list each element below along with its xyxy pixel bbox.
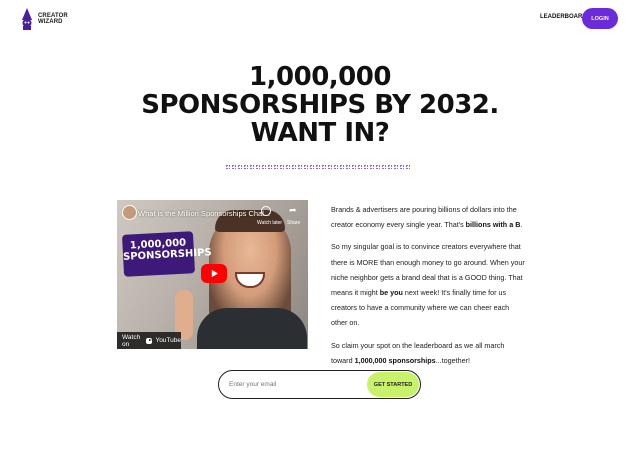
wizard-logo-icon xyxy=(22,8,32,30)
login-button[interactable]: LOGIN xyxy=(582,8,618,29)
divider-dot xyxy=(358,165,362,169)
divider-dot xyxy=(394,165,398,169)
divider-dot xyxy=(382,165,386,169)
divider-dot xyxy=(328,165,332,169)
divider-dot xyxy=(274,165,278,169)
hero-line-1: 1,000,000 xyxy=(249,62,391,92)
video-sponsorships-badge: 1,000,000 SPONSORSHIPS xyxy=(121,231,212,277)
divider-dot xyxy=(346,165,350,169)
divider-dot xyxy=(400,165,404,169)
divider-dot xyxy=(364,165,368,169)
play-icon xyxy=(211,269,218,278)
get-started-button[interactable]: GET STARTED xyxy=(367,372,419,397)
copy-emphasis: 1,000,000 sponsorships xyxy=(354,355,436,365)
divider-dot xyxy=(334,165,338,169)
youtube-logo-icon xyxy=(145,337,153,344)
divider-dot xyxy=(310,165,314,169)
divider-dot xyxy=(352,165,356,169)
divider-dot xyxy=(298,165,302,169)
video-person-shirt xyxy=(197,308,307,349)
watch-later-label[interactable]: Watch later xyxy=(257,220,282,226)
divider-dot xyxy=(304,165,308,169)
divider-dot xyxy=(256,165,260,169)
divider-dot xyxy=(280,165,284,169)
copy-paragraph-1: Brands & advertisers are pouring billion… xyxy=(331,202,526,232)
divider-dot xyxy=(238,165,242,169)
hero-line-3: WANT IN? xyxy=(250,118,390,148)
divider-dot xyxy=(322,165,326,169)
divider-dot xyxy=(292,165,296,169)
channel-avatar[interactable] xyxy=(122,205,137,220)
watch-on-youtube-button[interactable]: Watch on YouTube xyxy=(117,332,181,349)
play-button[interactable] xyxy=(201,264,227,283)
divider-dot xyxy=(286,165,290,169)
copy-text: . xyxy=(520,220,523,230)
email-signup-form: GET STARTED xyxy=(218,370,421,399)
divider-dot xyxy=(370,165,374,169)
divider-dot xyxy=(244,165,248,169)
hero-line-2: SPONSORSHIPS BY 2032. xyxy=(141,90,499,120)
divider-dot xyxy=(250,165,254,169)
divider-dot xyxy=(388,165,392,169)
divider-dot xyxy=(268,165,272,169)
brand-line-2: WIZARD xyxy=(38,19,63,25)
divider-dot xyxy=(232,165,236,169)
nav-leaderboard-link[interactable]: LEADERBOARD xyxy=(540,14,587,20)
divider-dot xyxy=(226,165,230,169)
brand-name: CREATOR WIZARD xyxy=(38,13,68,25)
share-label[interactable]: Share xyxy=(287,220,300,226)
copy-emphasis: billions with a B xyxy=(465,220,521,230)
youtube-label: YouTube xyxy=(155,337,181,344)
hero-title: 1,000,000 SPONSORSHIPS BY 2032. WANT IN? xyxy=(0,63,640,147)
divider-dot xyxy=(376,165,380,169)
copy-paragraph-3: So claim your spot on the leaderboard as… xyxy=(331,338,526,368)
copy-emphasis: be you xyxy=(379,288,403,298)
intro-copy: Brands & advertisers are pouring billion… xyxy=(331,202,526,375)
decorative-dotted-divider xyxy=(226,163,412,171)
divider-dot xyxy=(406,165,410,169)
watch-on-label: Watch on xyxy=(122,333,141,348)
watch-later-icon[interactable] xyxy=(261,206,271,216)
share-icon[interactable]: ➦ xyxy=(289,205,297,216)
copy-paragraph-2: So my singular goal is to convince creat… xyxy=(331,239,526,330)
badge-line-2: SPONSORSHIPS xyxy=(122,247,212,263)
divider-dot xyxy=(262,165,266,169)
youtube-video-embed[interactable]: 1,000,000 SPONSORSHIPS What is the Milli… xyxy=(117,200,308,349)
email-input[interactable] xyxy=(227,380,371,389)
divider-dot xyxy=(340,165,344,169)
brand-logo[interactable]: CREATOR WIZARD xyxy=(20,8,68,30)
video-title[interactable]: What is the Million Sponsorships Chal... xyxy=(138,209,270,218)
copy-text: ...together! xyxy=(435,355,471,365)
divider-dot xyxy=(316,165,320,169)
